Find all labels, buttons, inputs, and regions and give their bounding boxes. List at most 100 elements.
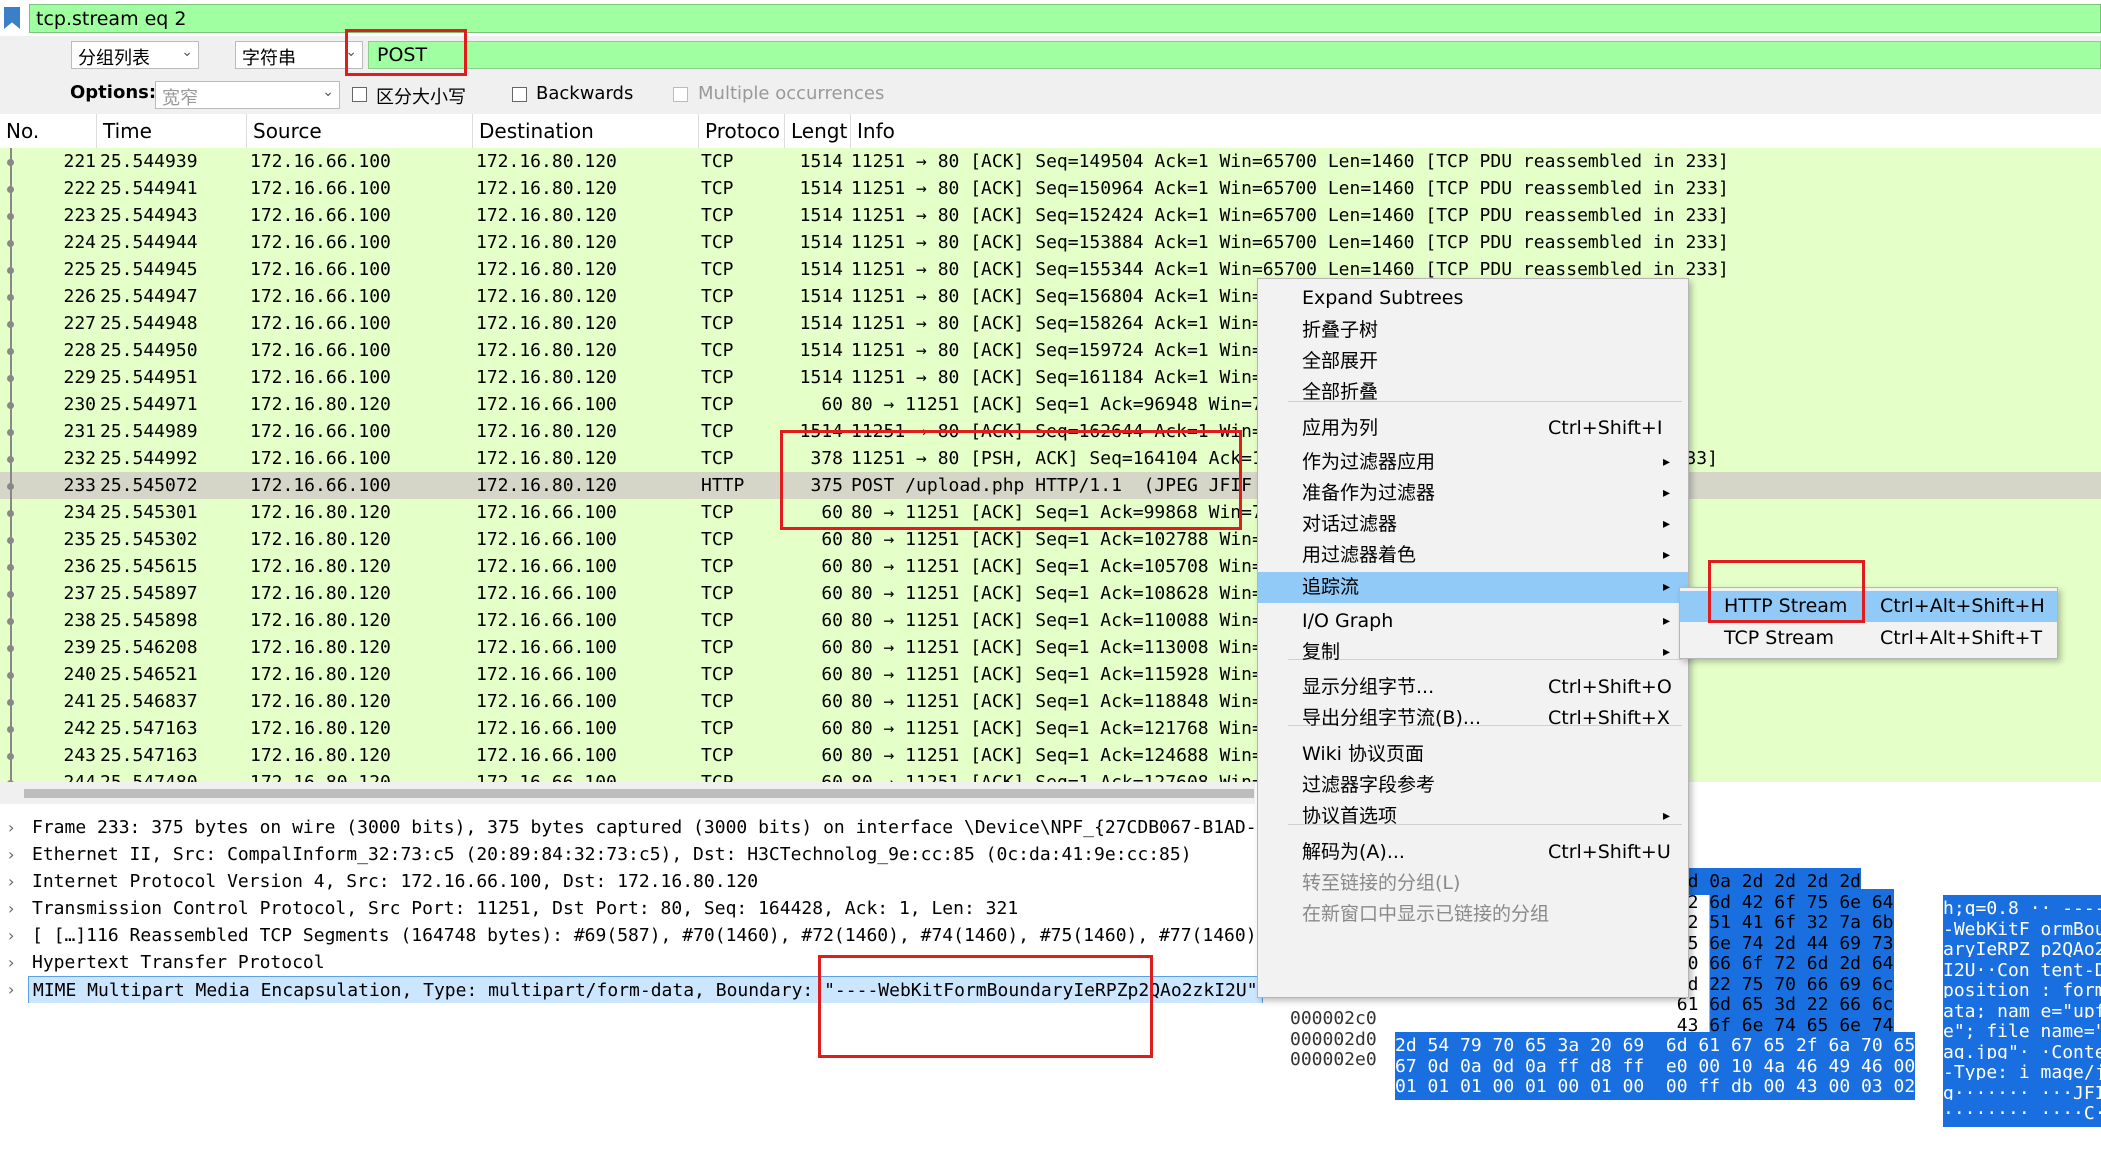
packet-source: 172.16.80.120: [250, 583, 391, 604]
bookmark-icon[interactable]: [4, 7, 20, 29]
conversation-dot-icon: [7, 375, 14, 382]
chevron-right-icon[interactable]: ›: [8, 976, 14, 1003]
packet-row[interactable]: 229 25.544951 172.16.66.100 172.16.80.12…: [0, 364, 2101, 391]
detail-text: Frame 233: 375 bytes on wire (3000 bits)…: [32, 817, 1268, 838]
packet-protocol: TCP: [701, 232, 734, 253]
menu-item-label: 全部展开: [1302, 350, 1379, 372]
packet-row[interactable]: 243 25.547163 172.16.80.120 172.16.66.10…: [0, 742, 2101, 769]
packet-source: 172.16.80.120: [250, 394, 391, 415]
menu-item-8[interactable]: 用过滤器着色 ▸: [1258, 540, 1688, 571]
menu-item-shortcut: Ctrl+Alt+Shift+T: [1880, 627, 2043, 649]
display-filter-input[interactable]: tcp.stream eq 2: [29, 4, 2101, 33]
menu-item-3[interactable]: 全部折叠: [1258, 377, 1688, 408]
packet-row[interactable]: 240 25.546521 172.16.80.120 172.16.66.10…: [0, 661, 2101, 688]
packet-length: 60: [821, 691, 843, 712]
hex-ascii[interactable]: ········ ····C···: [1943, 1100, 2101, 1127]
menu-item-label: 过滤器字段参考: [1302, 774, 1436, 796]
packet-row[interactable]: 227 25.544948 172.16.66.100 172.16.80.12…: [0, 310, 2101, 337]
detail-row-ethernet[interactable]: › Ethernet II, Src: CompalInform_32:73:c5…: [0, 841, 1275, 868]
chevron-right-icon[interactable]: ›: [8, 841, 14, 868]
packet-source: 172.16.80.120: [250, 769, 391, 782]
packet-no: 232: [63, 448, 96, 469]
packet-row[interactable]: 242 25.547163 172.16.80.120 172.16.66.10…: [0, 715, 2101, 742]
column-header-time[interactable]: Time: [96, 114, 246, 148]
column-header-destination[interactable]: Destination: [472, 114, 698, 148]
char-width-combo[interactable]: 宽窄 ⌄: [155, 81, 340, 109]
detail-row-reassembled[interactable]: › [ […]116 Reassembled TCP Segments (1647…: [0, 922, 1275, 949]
packet-row[interactable]: 226 25.544947 172.16.66.100 172.16.80.12…: [0, 283, 2101, 310]
search-in-combo[interactable]: 分组列表 ⌄: [71, 41, 199, 69]
search-string-input[interactable]: POST: [368, 41, 2101, 69]
find-options-bar: Options: 宽窄 ⌄ 区分大小写 Backwards Multiple oc…: [0, 76, 2101, 115]
chevron-right-icon[interactable]: ›: [8, 814, 14, 841]
packet-time: 25.544989: [100, 421, 198, 442]
packet-row[interactable]: 241 25.546837 172.16.80.120 172.16.66.10…: [0, 688, 2101, 715]
menu-item-6[interactable]: 准备作为过滤器 ▸: [1258, 478, 1688, 509]
menu-item-4[interactable]: 应用为列 Ctrl+Shift+I: [1258, 413, 1688, 444]
packet-row[interactable]: 228 25.544950 172.16.66.100 172.16.80.12…: [0, 337, 2101, 364]
menu-item-12[interactable]: 显示分组字节... Ctrl+Shift+O: [1258, 672, 1688, 703]
menu-item-2[interactable]: 全部展开: [1258, 346, 1688, 377]
packet-row[interactable]: 224 25.544944 172.16.66.100 172.16.80.12…: [0, 229, 2101, 256]
menu-item-15[interactable]: 过滤器字段参考: [1258, 770, 1688, 801]
chevron-right-icon[interactable]: ›: [8, 895, 14, 922]
menu-item-7[interactable]: 对话过滤器 ▸: [1258, 509, 1688, 540]
chevron-right-icon[interactable]: ›: [8, 922, 14, 949]
packet-protocol: TCP: [701, 769, 734, 782]
column-header-length[interactable]: Lengt: [784, 114, 850, 148]
scrollbar-thumb[interactable]: [24, 789, 1254, 798]
conversation-dot-icon: [7, 618, 14, 625]
menu-item-11[interactable]: 复制 ▸: [1258, 637, 1688, 668]
menu-item-17[interactable]: 解码为(A)... Ctrl+Shift+U: [1258, 837, 1688, 868]
packet-destination: 172.16.80.120: [476, 286, 617, 307]
chevron-right-icon[interactable]: ›: [8, 868, 14, 895]
packet-row[interactable]: 222 25.544941 172.16.66.100 172.16.80.12…: [0, 175, 2101, 202]
detail-row-frame[interactable]: › Frame 233: 375 bytes on wire (3000 bits…: [0, 814, 1275, 841]
menu-item-label: 对话过滤器: [1302, 513, 1398, 535]
packet-time: 25.546208: [100, 637, 198, 658]
packet-time: 25.544950: [100, 340, 198, 361]
menu-item-14[interactable]: Wiki 协议页面: [1258, 739, 1688, 770]
packet-time: 25.544947: [100, 286, 198, 307]
column-header-protocol[interactable]: Protoco: [698, 114, 784, 148]
packet-info: 80 → 11251 [ACK] Seq=1 Ack=108628 Win=: [851, 583, 1263, 604]
packet-list-scrollbar[interactable]: [0, 782, 1255, 804]
multiple-occurrences-label: Multiple occurrences: [698, 83, 885, 104]
multiple-occurrences-checkbox[interactable]: [673, 87, 688, 102]
packet-row[interactable]: 225 25.544945 172.16.66.100 172.16.80.12…: [0, 256, 2101, 283]
packet-protocol: TCP: [701, 259, 734, 280]
menu-item-label: 转至链接的分组(L): [1302, 872, 1461, 894]
column-header-no[interactable]: No.: [0, 114, 96, 148]
column-header-info[interactable]: Info: [850, 114, 2101, 148]
case-sensitive-checkbox[interactable]: [352, 87, 367, 102]
menu-item-13[interactable]: 导出分组字节流(B)... Ctrl+Shift+X: [1258, 703, 1688, 734]
packet-row[interactable]: 230 25.544971 172.16.80.120 172.16.66.10…: [0, 391, 2101, 418]
menu-item-19[interactable]: 在新窗口中显示已链接的分组: [1258, 899, 1688, 930]
search-type-combo[interactable]: 字符串 ⌄: [235, 41, 363, 69]
menu-item-label: 解码为(A)...: [1302, 841, 1405, 863]
menu-item-10[interactable]: I/O Graph ▸: [1258, 606, 1688, 637]
hex-bytes[interactable]: 01 01 01 00 01 00 01 00 00 ff db 00 43 0…: [1395, 1073, 1916, 1100]
packet-row[interactable]: 244 25.547480 172.16.80.120 172.16.66.10…: [0, 769, 2101, 782]
column-header-source[interactable]: Source: [246, 114, 472, 148]
menu-item-18[interactable]: 转至链接的分组(L): [1258, 868, 1688, 899]
menu-item-5[interactable]: 作为过滤器应用 ▸: [1258, 447, 1688, 478]
packet-protocol: TCP: [701, 421, 734, 442]
menu-item-9[interactable]: 追踪流 ▸: [1258, 572, 1688, 603]
packet-row[interactable]: 235 25.545302 172.16.80.120 172.16.66.10…: [0, 526, 2101, 553]
detail-text: Hypertext Transfer Protocol: [32, 952, 325, 973]
packet-time: 25.547480: [100, 769, 198, 782]
menu-item-16[interactable]: 协议首选项 ▸: [1258, 801, 1688, 832]
detail-row-tcp[interactable]: › Transmission Control Protocol, Src Port…: [0, 895, 1275, 922]
menu-item-label: 全部折叠: [1302, 381, 1379, 403]
packet-destination: 172.16.80.120: [476, 475, 617, 496]
menu-item-0[interactable]: Expand Subtrees: [1258, 283, 1688, 314]
chevron-right-icon[interactable]: ›: [8, 949, 14, 976]
packet-info: 80 → 11251 [ACK] Seq=1 Ack=113008 Win=: [851, 637, 1263, 658]
packet-row[interactable]: 223 25.544943 172.16.66.100 172.16.80.12…: [0, 202, 2101, 229]
menu-item-tcp-stream[interactable]: TCP Stream Ctrl+Alt+Shift+T: [1680, 623, 2057, 654]
detail-row-ip[interactable]: › Internet Protocol Version 4, Src: 172.1…: [0, 868, 1275, 895]
menu-item-1[interactable]: 折叠子树: [1258, 315, 1688, 346]
packet-row[interactable]: 221 25.544939 172.16.66.100 172.16.80.12…: [0, 148, 2101, 175]
backwards-checkbox[interactable]: [512, 87, 527, 102]
